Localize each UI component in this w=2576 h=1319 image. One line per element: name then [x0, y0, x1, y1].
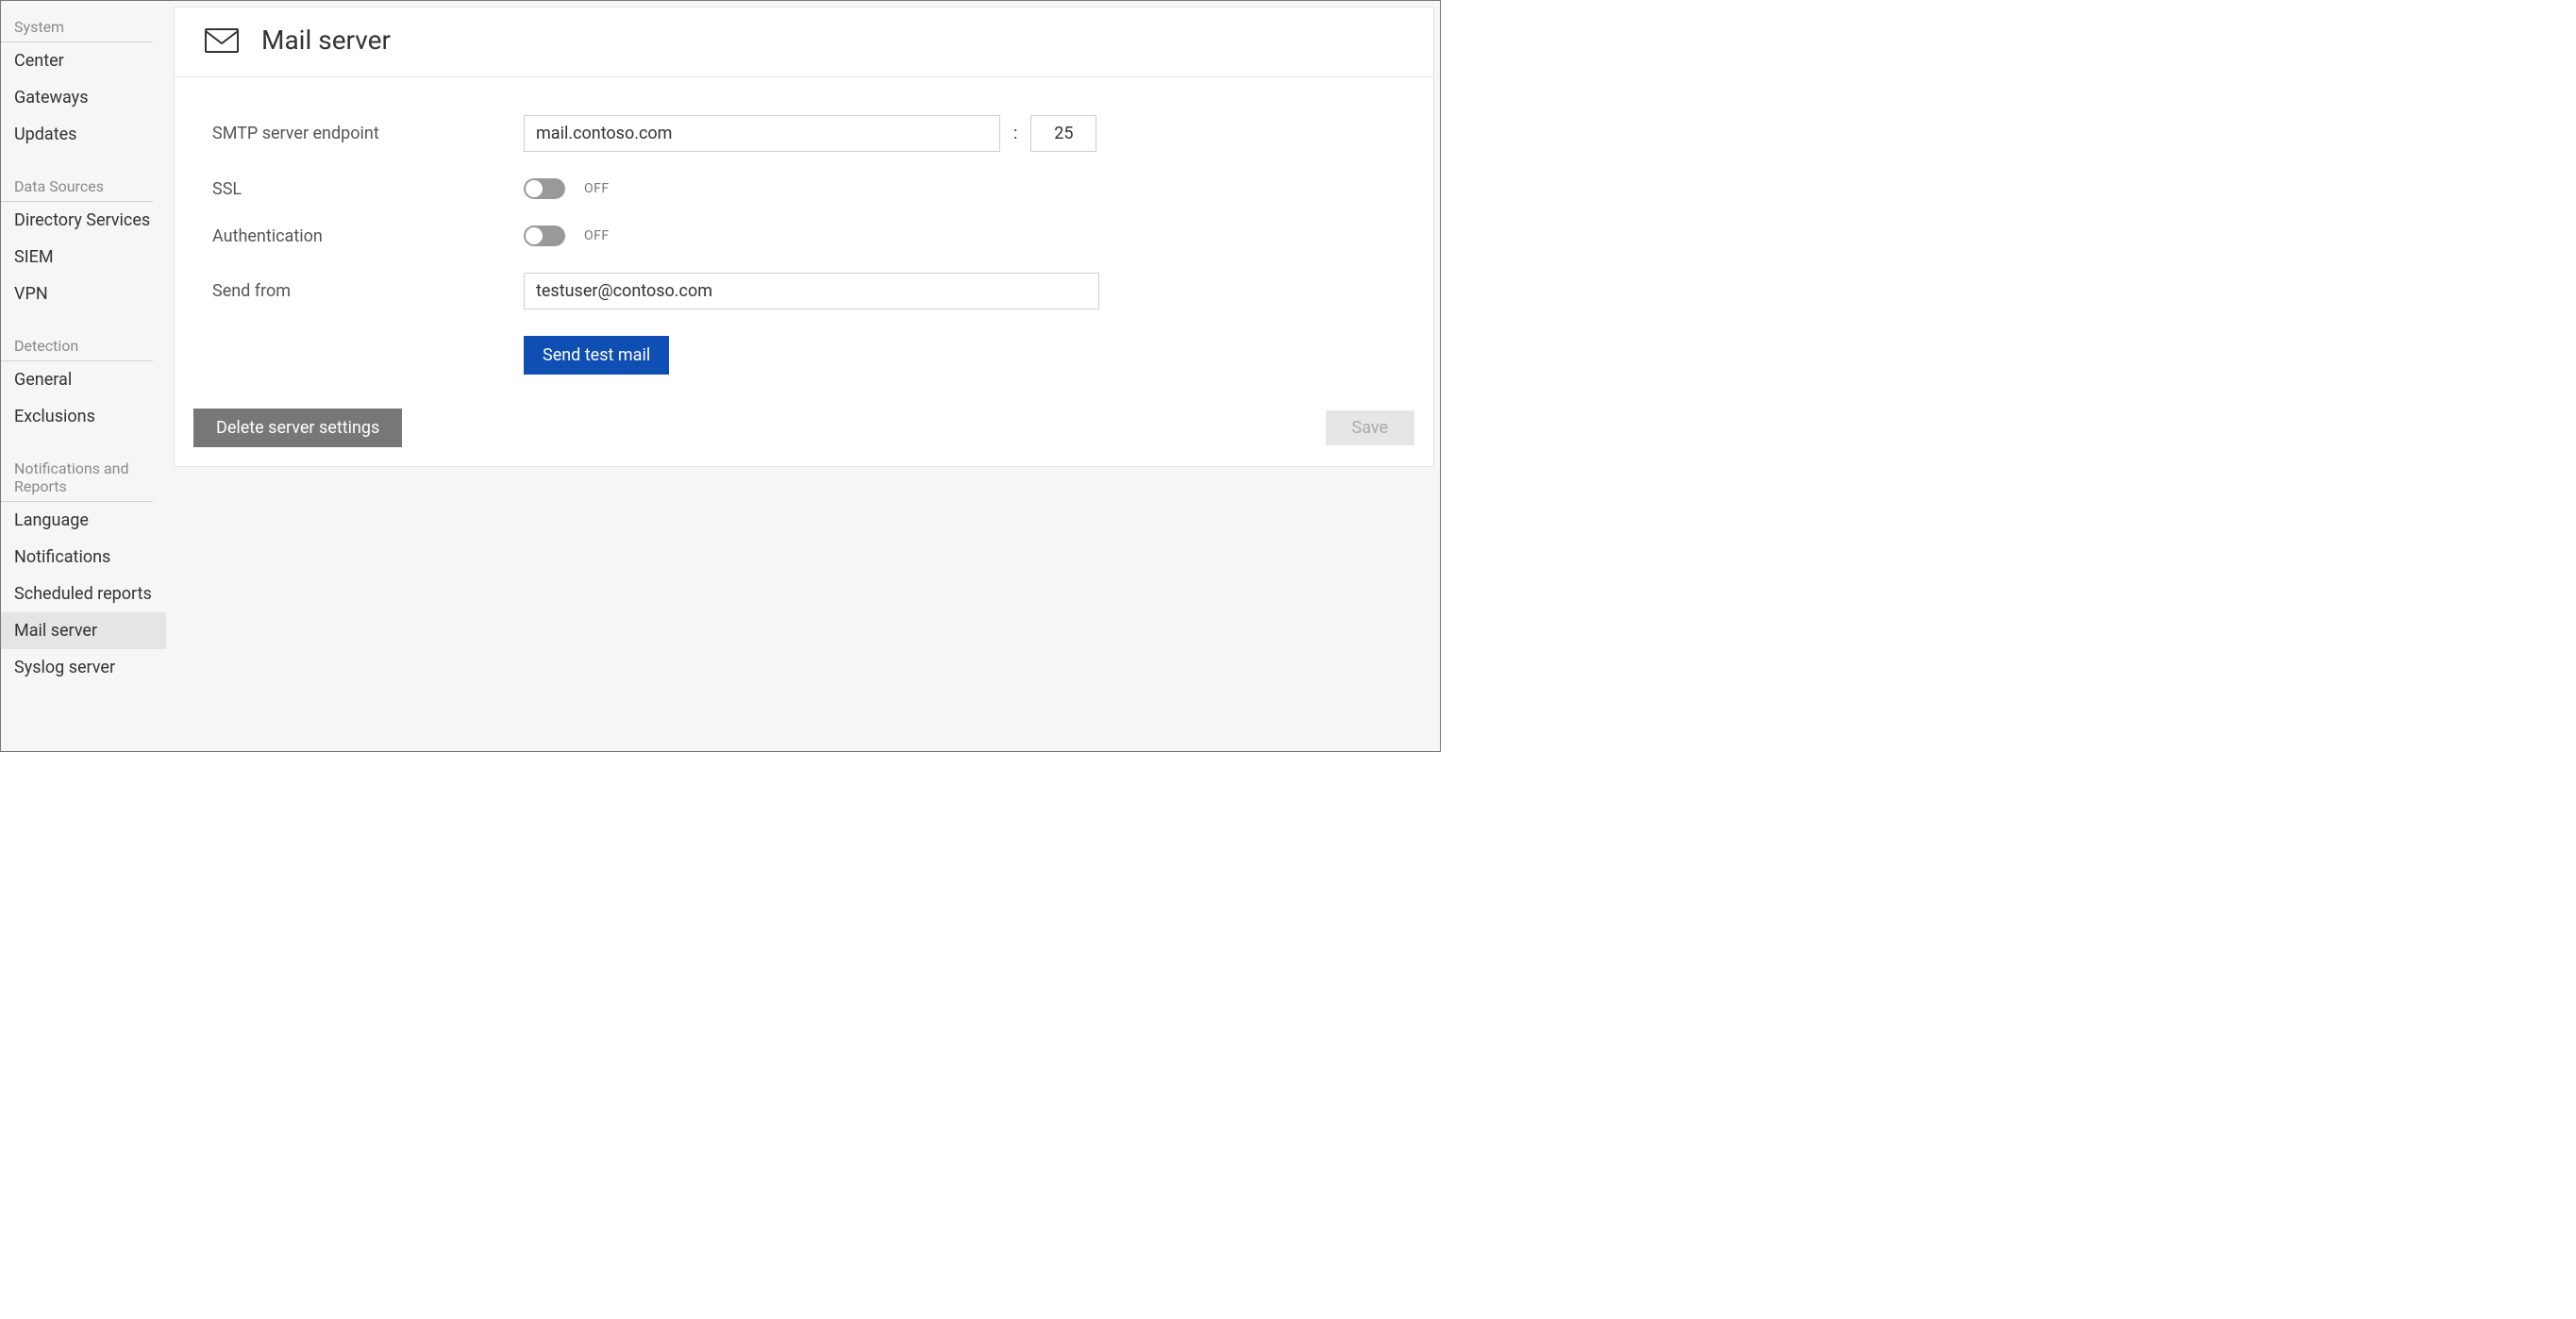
page-title: Mail server: [261, 25, 391, 56]
card-footer: Delete server settings Save: [175, 393, 1433, 466]
sidebar-item-directory-services[interactable]: Directory Services: [1, 202, 166, 239]
sidebar-item-updates[interactable]: Updates: [1, 116, 166, 153]
smtp-port-input[interactable]: [1030, 115, 1096, 152]
send-test-mail-button[interactable]: Send test mail: [524, 336, 669, 375]
sidebar-item-vpn[interactable]: VPN: [1, 275, 166, 312]
sidebar-group-notifications-reports: Notifications and Reports: [1, 454, 153, 502]
sidebar-item-notifications[interactable]: Notifications: [1, 539, 166, 576]
row-send-from: Send from: [212, 273, 1403, 309]
sidebar-item-general[interactable]: General: [1, 361, 166, 398]
ssl-toggle-state: OFF: [584, 181, 610, 196]
sidebar-item-gateways[interactable]: Gateways: [1, 79, 166, 116]
mail-server-card: Mail server SMTP server endpoint : SSL: [174, 7, 1434, 467]
sidebar-item-siem[interactable]: SIEM: [1, 239, 166, 275]
label-ssl: SSL: [212, 179, 524, 199]
card-header: Mail server: [175, 8, 1433, 77]
mail-icon: [205, 28, 239, 53]
auth-toggle-state: OFF: [584, 228, 610, 243]
label-smtp-endpoint: SMTP server endpoint: [212, 124, 524, 143]
auth-toggle[interactable]: [524, 225, 565, 246]
ssl-toggle-knob: [526, 180, 543, 197]
send-from-input[interactable]: [524, 273, 1099, 309]
row-authentication: Authentication OFF: [212, 225, 1403, 246]
sidebar-item-center[interactable]: Center: [1, 42, 166, 79]
smtp-host-input[interactable]: [524, 115, 1000, 152]
host-port-separator: :: [1013, 124, 1017, 143]
delete-server-settings-button[interactable]: Delete server settings: [193, 409, 402, 447]
sidebar-item-syslog-server[interactable]: Syslog server: [1, 649, 166, 686]
row-send-test: Send test mail: [524, 336, 1403, 375]
sidebar-item-mail-server[interactable]: Mail server: [1, 612, 166, 649]
auth-toggle-knob: [526, 227, 543, 244]
main-content: Mail server SMTP server endpoint : SSL: [166, 1, 1440, 751]
sidebar-group-system: System: [1, 12, 153, 42]
ssl-toggle[interactable]: [524, 178, 565, 199]
app-window: System Center Gateways Updates Data Sour…: [0, 0, 1441, 752]
sidebar-item-scheduled-reports[interactable]: Scheduled reports: [1, 576, 166, 612]
sidebar-group-data-sources: Data Sources: [1, 172, 153, 202]
sidebar-item-exclusions[interactable]: Exclusions: [1, 398, 166, 435]
row-smtp-endpoint: SMTP server endpoint :: [212, 115, 1403, 152]
row-ssl: SSL OFF: [212, 178, 1403, 199]
sidebar-item-language[interactable]: Language: [1, 502, 166, 539]
label-send-from: Send from: [212, 281, 524, 301]
save-button: Save: [1326, 410, 1415, 445]
card-body: SMTP server endpoint : SSL OFF: [175, 77, 1433, 393]
sidebar-group-detection: Detection: [1, 331, 153, 361]
sidebar: System Center Gateways Updates Data Sour…: [1, 1, 166, 751]
label-authentication: Authentication: [212, 226, 524, 246]
